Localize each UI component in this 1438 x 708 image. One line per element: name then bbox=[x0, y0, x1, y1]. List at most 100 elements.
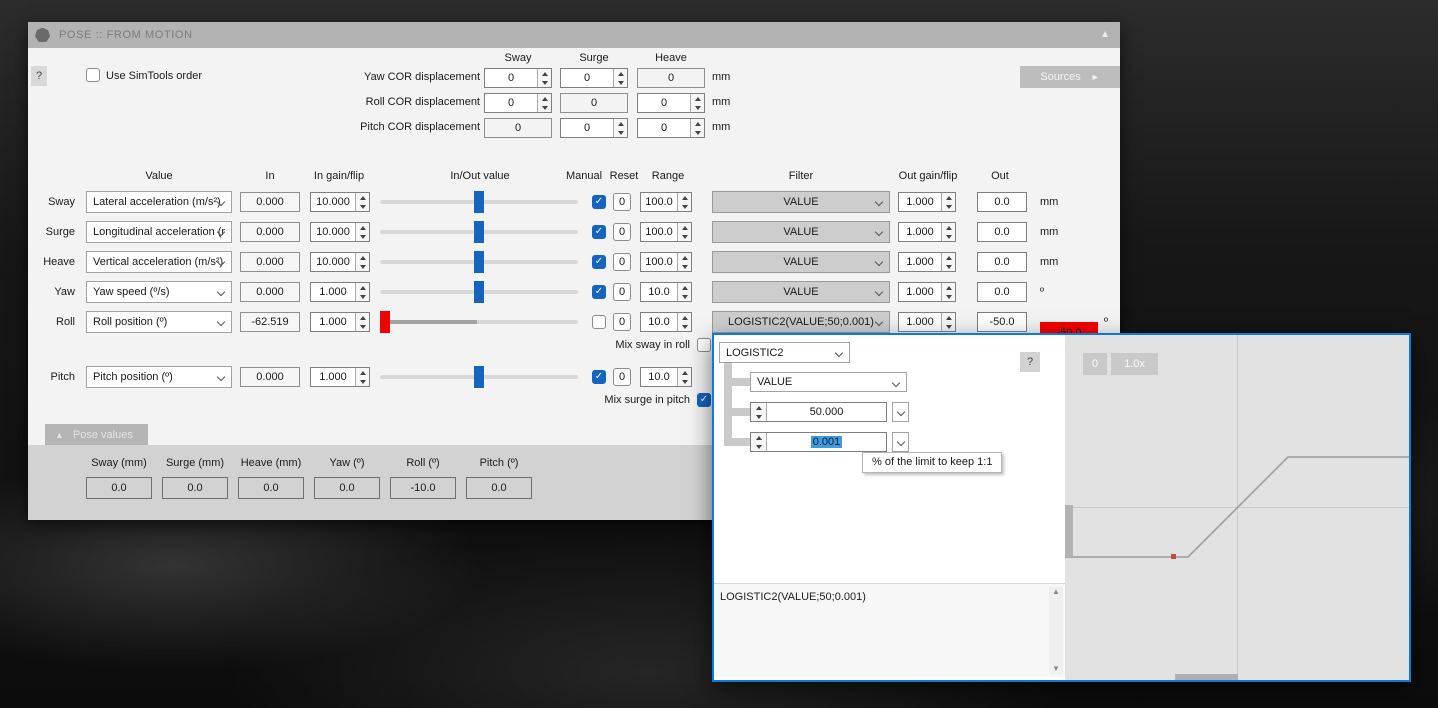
roll-cor-surge-field[interactable]: 0 bbox=[560, 93, 628, 113]
roll-filter-dropdown[interactable]: LOGISTIC2(VALUE;50;0.001) bbox=[712, 311, 890, 333]
spin-up-button[interactable] bbox=[678, 193, 691, 202]
pitch-cor-sway-field[interactable]: 0 bbox=[484, 118, 552, 138]
surge-manual-checkbox[interactable]: ✓ bbox=[592, 225, 606, 239]
spin-up-button[interactable] bbox=[356, 283, 369, 292]
spin-down-button[interactable] bbox=[356, 377, 369, 386]
spin-down-button[interactable] bbox=[356, 322, 369, 331]
roll-manual-checkbox[interactable] bbox=[592, 315, 606, 329]
yaw-manual-checkbox[interactable]: ✓ bbox=[592, 285, 606, 299]
spin-down-button[interactable] bbox=[678, 262, 691, 271]
sway-reset-button[interactable]: 0 bbox=[613, 193, 631, 211]
spin-up-button[interactable] bbox=[751, 403, 766, 412]
sway-range-spinner[interactable]: 100.0 bbox=[640, 192, 692, 212]
spin-up-button[interactable] bbox=[678, 313, 691, 322]
slider-thumb[interactable] bbox=[474, 191, 484, 213]
spin-down-button[interactable] bbox=[942, 232, 955, 241]
surge-in-gain-spinner[interactable]: 10.000 bbox=[310, 222, 370, 242]
sway-inout-slider[interactable] bbox=[380, 191, 578, 213]
spin-down-button[interactable] bbox=[751, 412, 766, 421]
spin-up-button[interactable] bbox=[678, 223, 691, 232]
spin-up-button[interactable] bbox=[356, 253, 369, 262]
spin-down-button[interactable] bbox=[538, 103, 551, 112]
sway-in-gain-spinner[interactable]: 10.000 bbox=[310, 192, 370, 212]
spin-up-button[interactable] bbox=[942, 193, 955, 202]
yaw-cor-heave-field[interactable]: 0 bbox=[637, 68, 705, 88]
surge-inout-slider[interactable] bbox=[380, 221, 578, 243]
graph-vertical-scrollbar[interactable] bbox=[1065, 505, 1073, 557]
graph-zoom-button[interactable]: 1.0x bbox=[1111, 353, 1158, 375]
pitch-manual-checkbox[interactable]: ✓ bbox=[592, 370, 606, 384]
heave-source-dropdown[interactable]: Vertical acceleration (m/s²) bbox=[86, 251, 232, 273]
spin-down-button[interactable] bbox=[678, 202, 691, 211]
sway-filter-dropdown[interactable]: VALUE bbox=[712, 191, 890, 213]
spin-down-button[interactable] bbox=[678, 292, 691, 301]
heave-in-gain-spinner[interactable]: 10.000 bbox=[310, 252, 370, 272]
spin-down-button[interactable] bbox=[614, 78, 627, 87]
spin-up-button[interactable] bbox=[678, 253, 691, 262]
pose-values-tab[interactable]: ▲ Pose values bbox=[45, 424, 148, 445]
spin-up-button[interactable] bbox=[942, 313, 955, 322]
spin-up-button[interactable] bbox=[614, 69, 627, 78]
spin-up-button[interactable] bbox=[942, 223, 955, 232]
pitch-in-gain-spinner[interactable]: 1.000 bbox=[310, 367, 370, 387]
filter-type-dropdown[interactable]: LOGISTIC2 bbox=[719, 342, 850, 363]
spin-down-button[interactable] bbox=[678, 377, 691, 386]
spin-up-button[interactable] bbox=[942, 253, 955, 262]
graph-horizontal-scrollbar[interactable] bbox=[1175, 674, 1238, 680]
keep-ratio-param-mode-dropdown[interactable] bbox=[892, 432, 909, 452]
slider-thumb[interactable] bbox=[474, 366, 484, 388]
heave-out-gain-spinner[interactable]: 1.000 bbox=[898, 252, 956, 272]
roll-out-gain-spinner[interactable]: 1.000 bbox=[898, 312, 956, 332]
yaw-inout-slider[interactable] bbox=[380, 281, 578, 303]
yaw-cor-surge-spinner[interactable]: 0 bbox=[560, 68, 628, 88]
pitch-cor-heave-spinner[interactable]: 0 bbox=[637, 118, 705, 138]
limit-param-spinner[interactable]: 50.000 bbox=[750, 402, 887, 422]
slider-thumb[interactable] bbox=[474, 251, 484, 273]
sway-manual-checkbox[interactable]: ✓ bbox=[592, 195, 606, 209]
yaw-source-dropdown[interactable]: Yaw speed (º/s) bbox=[86, 281, 232, 303]
spin-down-button[interactable] bbox=[942, 262, 955, 271]
spin-down-button[interactable] bbox=[678, 322, 691, 331]
spin-up-button[interactable] bbox=[356, 313, 369, 322]
roll-source-dropdown[interactable]: Roll position (º) bbox=[86, 311, 232, 333]
spin-down-button[interactable] bbox=[614, 128, 627, 137]
pitch-inout-slider[interactable] bbox=[380, 366, 578, 388]
sway-source-dropdown[interactable]: Lateral acceleration (m/s²) bbox=[86, 191, 232, 213]
spin-down-button[interactable] bbox=[356, 292, 369, 301]
keep-ratio-param-spinner[interactable]: 0.001 bbox=[750, 432, 887, 452]
heave-range-spinner[interactable]: 100.0 bbox=[640, 252, 692, 272]
surge-range-spinner[interactable]: 100.0 bbox=[640, 222, 692, 242]
spin-up-button[interactable] bbox=[538, 69, 551, 78]
sway-out-gain-spinner[interactable]: 1.000 bbox=[898, 192, 956, 212]
spin-down-button[interactable] bbox=[356, 202, 369, 211]
roll-in-gain-spinner[interactable]: 1.000 bbox=[310, 312, 370, 332]
roll-cor-heave-spinner[interactable]: 0 bbox=[637, 93, 705, 113]
yaw-in-gain-spinner[interactable]: 1.000 bbox=[310, 282, 370, 302]
roll-range-spinner[interactable]: 10.0 bbox=[640, 312, 692, 332]
popup-help-button[interactable]: ? bbox=[1020, 352, 1040, 372]
yaw-out-gain-spinner[interactable]: 1.000 bbox=[898, 282, 956, 302]
spin-down-button[interactable] bbox=[691, 128, 704, 137]
surge-filter-dropdown[interactable]: VALUE bbox=[712, 221, 890, 243]
surge-reset-button[interactable]: 0 bbox=[613, 223, 631, 241]
spin-up-button[interactable] bbox=[356, 193, 369, 202]
surge-source-dropdown[interactable]: Longitudinal acceleration (r bbox=[86, 221, 232, 243]
spin-down-button[interactable] bbox=[942, 292, 955, 301]
spin-up-button[interactable] bbox=[356, 368, 369, 377]
spin-up-button[interactable] bbox=[678, 368, 691, 377]
yaw-filter-dropdown[interactable]: VALUE bbox=[712, 281, 890, 303]
limit-param-mode-dropdown[interactable] bbox=[892, 402, 909, 422]
spin-down-button[interactable] bbox=[751, 442, 766, 451]
heave-filter-dropdown[interactable]: VALUE bbox=[712, 251, 890, 273]
formula-scrollbar[interactable]: ▲ ▼ bbox=[1049, 587, 1063, 674]
filter-graph-panel[interactable]: 0 1.0x bbox=[1065, 335, 1409, 680]
mix-surge-in-pitch-checkbox[interactable]: ✓ bbox=[697, 393, 711, 407]
yaw-reset-button[interactable]: 0 bbox=[613, 283, 631, 301]
pitch-cor-surge-spinner[interactable]: 0 bbox=[560, 118, 628, 138]
collapse-window-icon[interactable]: ▲ bbox=[1100, 29, 1110, 40]
spin-up-button[interactable] bbox=[942, 283, 955, 292]
yaw-range-spinner[interactable]: 10.0 bbox=[640, 282, 692, 302]
spin-down-button[interactable] bbox=[356, 262, 369, 271]
spin-down-button[interactable] bbox=[691, 103, 704, 112]
roll-reset-button[interactable]: 0 bbox=[613, 313, 631, 331]
